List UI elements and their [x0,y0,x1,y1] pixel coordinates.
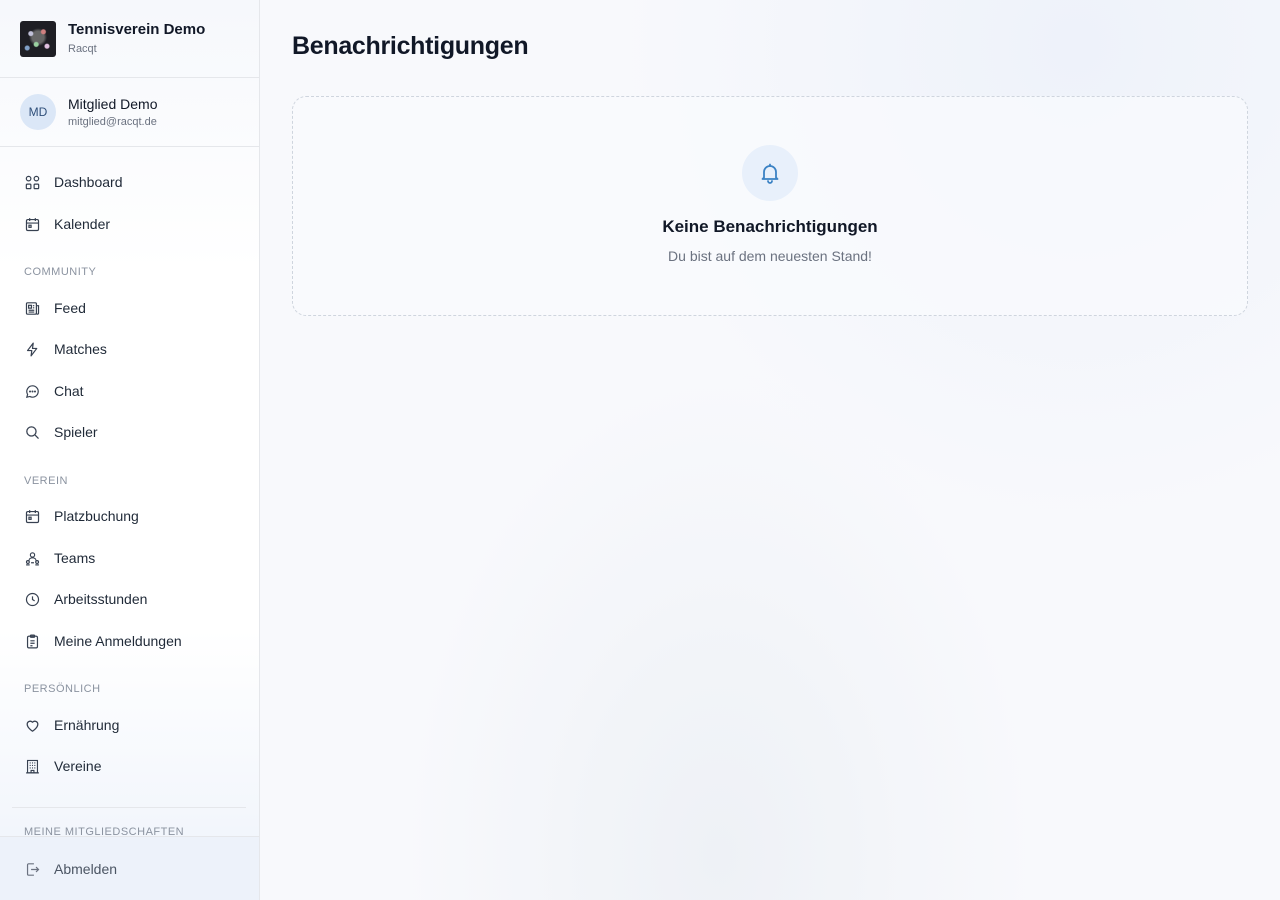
sidebar-item-label: Spieler [54,424,98,440]
sidebar-footer: Abmelden [0,836,259,900]
clock-icon [25,592,40,606]
sidebar-item-label: Arbeitsstunden [54,591,148,607]
section-heading-persoenlich: PERSÖNLICH [24,683,101,695]
sidebar-item-label: Feed [54,300,86,316]
club-name: Tennisverein Demo [68,21,206,38]
sidebar-item-label: Matches [54,341,107,357]
newspaper-icon [25,301,40,315]
building-icon [26,759,39,773]
main-content: Benachrichtigungen Keine Benachrichtigun… [260,0,1280,900]
user-profile[interactable]: MD Mitglied Demo mitglied@racqt.de [0,78,259,147]
user-name: Mitglied Demo [68,95,158,112]
clipboard-icon [26,634,39,648]
calendar-icon [25,217,40,231]
avatar: MD [20,94,56,130]
sidebar: Tennisverein Demo Racqt MD Mitglied Demo… [0,0,260,900]
sidebar-item-arbeitsstunden[interactable]: Arbeitsstunden [12,581,246,617]
sidebar-item-platzbuchung[interactable]: Platzbuchung [12,498,246,534]
club-header[interactable]: Tennisverein Demo Racqt [0,0,259,78]
sidebar-item-ernaehrung[interactable]: Ernährung [12,707,246,743]
user-email: mitglied@racqt.de [68,115,157,128]
empty-state-card: Keine Benachrichtigungen Du bist auf dem… [292,96,1248,316]
sidebar-item-dashboard[interactable]: Dashboard [12,164,246,200]
club-subtitle: Racqt [68,43,97,55]
sidebar-item-label: Kalender [54,216,111,232]
section-heading-verein: VEREIN [24,475,68,487]
club-logo [20,20,56,57]
sidebar-divider [12,807,246,808]
sidebar-item-label: Meine Anmeldungen [54,633,182,649]
sidebar-item-label: Chat [54,383,84,399]
sidebar-item-teams[interactable]: Teams [12,540,246,576]
sidebar-item-spieler[interactable]: Spieler [12,414,246,450]
lightning-icon [26,342,38,356]
sidebar-item-chat[interactable]: Chat [12,373,246,409]
sidebar-item-kalender[interactable]: Kalender [12,206,246,242]
sidebar-item-feed[interactable]: Feed [12,290,246,326]
logout-icon [26,862,40,876]
logout-label: Abmelden [54,861,118,877]
calendar-icon [25,509,40,523]
heart-icon [26,720,39,732]
sidebar-item-label: Teams [54,550,96,566]
sidebar-item-label: Platzbuchung [54,508,139,524]
bell-icon [761,163,779,184]
team-icon [25,551,40,565]
grid-icon [25,175,40,189]
sidebar-item-label: Vereine [54,758,102,774]
bell-icon-circle [742,145,798,201]
empty-state-title: Keine Benachrichtigungen [662,217,878,236]
section-heading-community: COMMUNITY [24,266,97,278]
logout-button[interactable]: Abmelden [12,851,246,887]
empty-state-subtitle: Du bist auf dem neuesten Stand! [668,248,872,264]
chat-bubble-icon [25,384,39,398]
page-title: Benachrichtigungen [292,32,529,60]
sidebar-item-vereine[interactable]: Vereine [12,748,246,784]
search-icon [26,425,39,439]
sidebar-item-matches[interactable]: Matches [12,331,246,367]
sidebar-item-label: Ernährung [54,717,120,733]
sidebar-item-meine-anmeldungen[interactable]: Meine Anmeldungen [12,623,246,659]
sidebar-item-label: Dashboard [54,174,123,190]
